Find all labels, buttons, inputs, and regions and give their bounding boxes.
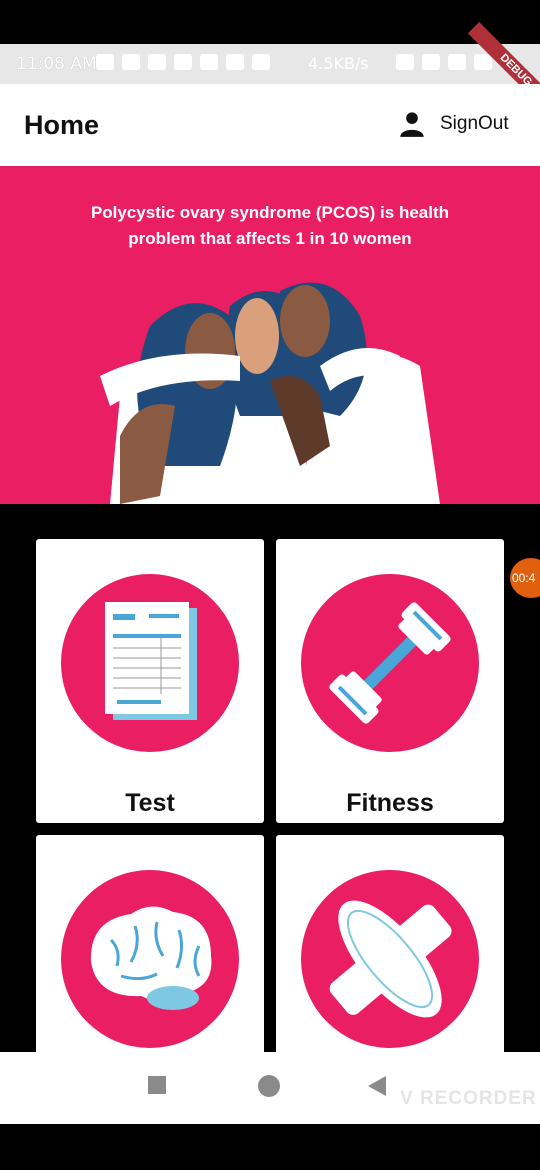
network-speed: 4.5KB/s [308,54,369,73]
status-bar: 11:08 AM 4.5KB/s [0,44,540,84]
video-icon [96,54,114,70]
telegram-icon [226,54,244,70]
fitness-card[interactable]: Fitness [276,539,504,823]
fitness-circle [301,574,479,752]
data-icon [396,54,414,70]
triangle-back-icon [368,1076,386,1096]
brain-circle [61,870,239,1048]
recents-button[interactable] [146,1074,168,1101]
status-system-icons [396,54,492,70]
dumbbell-icon [329,602,451,724]
app-bar: Home SignOut [0,84,540,166]
warning-icon [200,54,218,70]
news-icon [148,54,166,70]
brain-icon [90,906,212,1010]
signal-icon [474,54,492,70]
test-label: Test [125,789,175,817]
recorder-watermark: V RECORDER [400,1088,537,1109]
chat-icon [252,54,270,70]
back-button[interactable] [366,1074,388,1103]
fitness-label: Fitness [346,789,434,817]
person-icon [400,112,424,137]
shield-icon [422,54,440,70]
status-notification-icons [96,54,270,70]
vibrate-icon [448,54,466,70]
home-button[interactable] [257,1074,281,1103]
page-title: Home [24,110,100,140]
instagram-icon [174,54,192,70]
signout-button[interactable]: SignOut [398,110,509,138]
pcos-banner: Polycystic ovary syndrome (PCOS) is heal… [0,166,540,504]
square-icon [148,1076,166,1094]
women-illustration [100,282,440,504]
signout-label: SignOut [440,113,509,134]
recorder-timer-bubble[interactable]: 00:4 [510,558,540,598]
document-icon [105,602,197,720]
pad-circle [301,870,479,1048]
test-circle [61,574,239,752]
sanitary-pad-icon [329,900,452,1018]
test-card[interactable]: Test [36,539,264,823]
status-time: 11:08 AM [16,54,97,74]
message-icon [122,54,140,70]
circle-icon [258,1075,280,1097]
